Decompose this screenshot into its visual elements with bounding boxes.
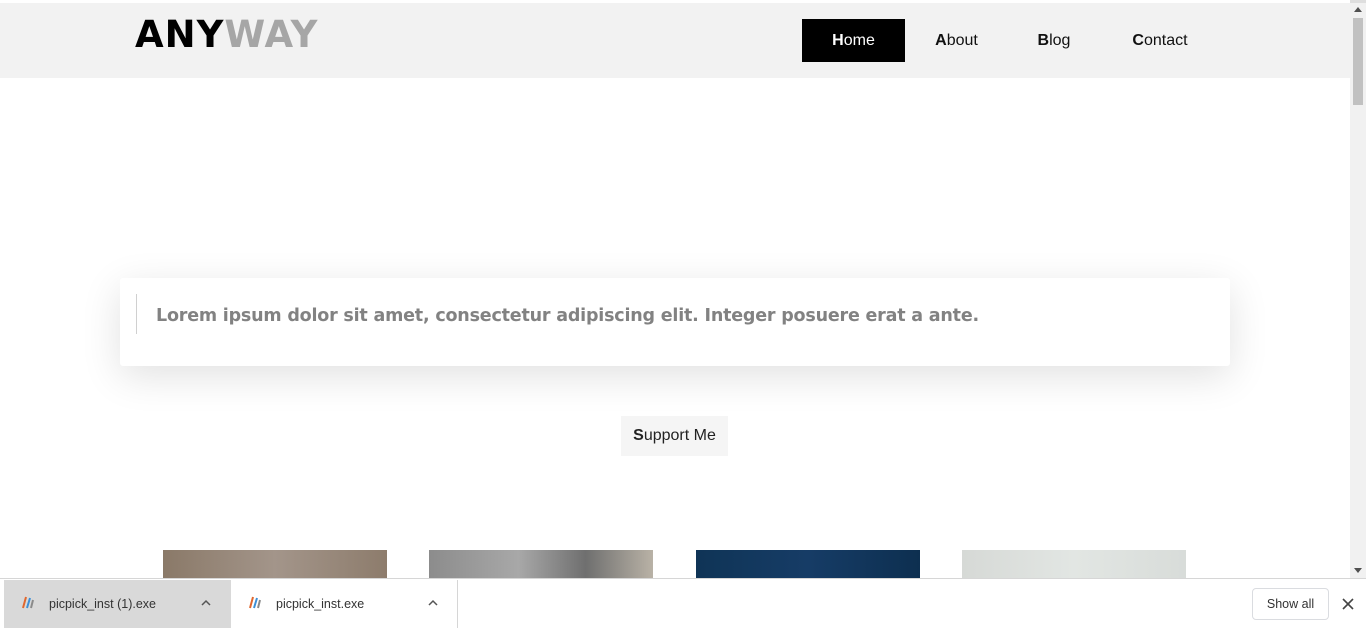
gallery-image[interactable] (429, 550, 653, 578)
nav-contact-label: ontact (1143, 31, 1188, 49)
download-bar: picpick_inst (1).exe picpick_inst.exe Sh… (0, 578, 1366, 628)
nav-home[interactable]: Home (802, 19, 905, 62)
show-all-button[interactable]: Show all (1252, 588, 1329, 620)
close-icon[interactable] (1340, 596, 1356, 612)
download-filename: picpick_inst (1).exe (49, 597, 156, 611)
chevron-up-icon[interactable] (427, 598, 439, 608)
main-nav: Home About Blog Contact (802, 19, 1220, 62)
support-initial: S (633, 427, 644, 444)
picpick-file-icon (249, 596, 261, 609)
nav-home-label: ome (843, 31, 875, 49)
chevron-up-icon[interactable] (200, 598, 212, 608)
gallery-image[interactable] (696, 550, 920, 578)
support-me-button[interactable]: Support Me (621, 416, 728, 456)
page-viewport: ANYWAY Home About Blog Contact Lorem ips… (0, 0, 1350, 578)
quote-text: Lorem ipsum dolor sit amet, consectetur … (156, 306, 979, 326)
site-header: ANYWAY Home About Blog Contact (0, 3, 1350, 78)
picpick-file-icon (22, 596, 34, 609)
vertical-scrollbar[interactable] (1350, 3, 1366, 578)
scroll-down-arrow-icon[interactable] (1354, 568, 1362, 573)
gallery-image[interactable] (163, 550, 387, 578)
scroll-up-arrow-icon[interactable] (1354, 7, 1362, 12)
nav-contact-initial: C (1132, 31, 1144, 49)
nav-contact[interactable]: Contact (1100, 19, 1220, 62)
nav-about[interactable]: About (905, 19, 1008, 62)
support-label: upport Me (643, 427, 716, 444)
download-item[interactable]: picpick_inst.exe (231, 580, 458, 628)
scroll-thumb[interactable] (1353, 18, 1363, 105)
logo-part-light: WAY (224, 13, 319, 56)
nav-blog[interactable]: Blog (1008, 19, 1100, 62)
nav-blog-initial: B (1037, 31, 1050, 49)
gallery-image[interactable] (962, 550, 1186, 578)
nav-home-initial: H (832, 31, 844, 49)
download-filename: picpick_inst.exe (276, 597, 365, 611)
download-item[interactable]: picpick_inst (1).exe (4, 580, 231, 628)
nav-blog-label: log (1049, 31, 1071, 49)
nav-about-initial: A (935, 31, 947, 49)
quote-left-border (136, 294, 137, 334)
nav-about-label: bout (946, 31, 978, 49)
quote-card: Lorem ipsum dolor sit amet, consectetur … (120, 278, 1230, 366)
site-logo[interactable]: ANYWAY (135, 15, 318, 55)
logo-part-dark: ANY (135, 13, 225, 56)
